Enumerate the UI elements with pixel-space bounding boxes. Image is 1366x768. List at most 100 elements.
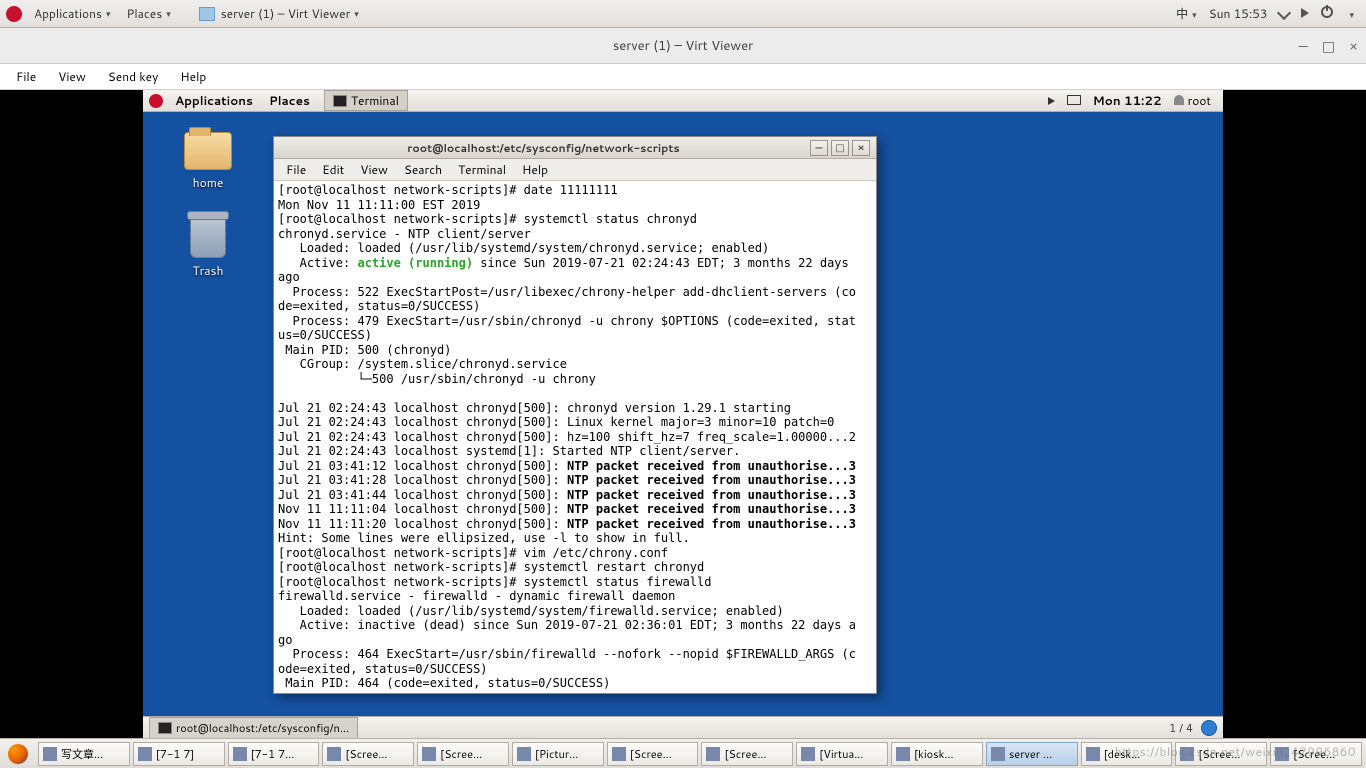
taskbar-label: [Pictur... xyxy=(535,746,578,762)
terminal-terminal-menu[interactable]: Terminal xyxy=(450,159,514,180)
power-icon[interactable] xyxy=(1315,5,1339,22)
virt-viewer-title: server (1) – Virt Viewer xyxy=(613,37,753,55)
desktop-home-icon[interactable]: home xyxy=(173,132,243,191)
app-icon xyxy=(896,747,910,761)
host-top-panel: Applications Places server (1) – Virt Vi… xyxy=(0,0,1366,28)
sound-icon[interactable] xyxy=(1295,5,1315,22)
app-icon xyxy=(138,747,152,761)
taskbar-button[interactable]: [kiosk... xyxy=(891,742,983,766)
host-window-button[interactable]: server (1) – Virt Viewer xyxy=(191,5,367,22)
taskbar-label: [Scree... xyxy=(1293,746,1335,762)
vv-sendkey-menu[interactable]: Send key xyxy=(98,66,169,87)
taskbar-button[interactable]: [Scree... xyxy=(607,742,699,766)
terminal-icon xyxy=(333,95,347,107)
taskbar-button[interactable]: 写文章... xyxy=(38,742,130,766)
taskbar-label: [Virtua... xyxy=(819,746,863,762)
terminal-titlebar[interactable]: root@localhost:/etc/sysconfig/network-sc… xyxy=(274,137,876,159)
guest-bottom-panel: root@localhost:/etc/sysconfig/n... 1 / 4 xyxy=(143,716,1223,738)
workspace-indicator[interactable]: 1 / 4 xyxy=(1169,720,1193,736)
taskbar-button[interactable]: [7-1 7] xyxy=(133,742,225,766)
terminal-minimize-button[interactable]: — xyxy=(810,140,828,156)
guest-taskbar-terminal[interactable]: Terminal xyxy=(324,90,408,111)
maximize-button[interactable]: □ xyxy=(1322,36,1335,56)
taskbar-button[interactable]: [Scree... xyxy=(417,742,509,766)
vv-file-menu[interactable]: File xyxy=(6,66,46,87)
close-button[interactable]: × xyxy=(1349,36,1358,56)
terminal-file-menu[interactable]: File xyxy=(278,159,314,180)
taskbar-label: [Scree... xyxy=(345,746,387,762)
taskbar-label: [Scree... xyxy=(630,746,672,762)
terminal-window: root@localhost:/etc/sysconfig/network-sc… xyxy=(273,136,877,694)
host-window-label: server (1) – Virt Viewer xyxy=(221,5,351,22)
app-icon xyxy=(1180,747,1194,761)
taskbar-button[interactable]: [Scree... xyxy=(701,742,793,766)
taskbar-label: [Scree... xyxy=(724,746,766,762)
folder-icon xyxy=(184,132,232,170)
terminal-help-menu[interactable]: Help xyxy=(514,159,556,180)
terminal-edit-menu[interactable]: Edit xyxy=(314,159,352,180)
app-icon xyxy=(422,747,436,761)
app-icon xyxy=(801,747,815,761)
host-taskbar: 写文章... [7-1 7] [7-1 7... [Scree... [Scree...… xyxy=(0,738,1366,768)
taskbar-label: 写文章... xyxy=(61,746,103,762)
guest-clock[interactable]: Mon 11:22 xyxy=(1087,92,1168,109)
host-applications-menu[interactable]: Applications xyxy=(26,5,118,22)
guest-volume-icon[interactable] xyxy=(1042,92,1061,109)
guest-user-label: root xyxy=(1188,92,1211,109)
terminal-maximize-button[interactable]: □ xyxy=(831,140,849,156)
host-clock[interactable]: Sun 15:53 xyxy=(1203,5,1274,22)
taskbar-button[interactable]: [Scree... xyxy=(322,742,414,766)
taskbar-label: [7-1 7... xyxy=(251,746,295,762)
desktop-home-label: home xyxy=(173,174,243,191)
app-icon xyxy=(1275,747,1289,761)
guest-user-menu[interactable]: root xyxy=(1168,92,1217,109)
terminal-view-menu[interactable]: View xyxy=(352,159,396,180)
taskbar-button[interactable]: [Scree... xyxy=(1175,742,1267,766)
virt-viewer-titlebar: server (1) – Virt Viewer — □ × xyxy=(0,28,1366,64)
app-icon xyxy=(327,747,341,761)
show-desktop-button[interactable] xyxy=(1201,720,1217,736)
desktop-trash-icon[interactable]: Trash xyxy=(173,216,243,279)
guest-battery-icon[interactable] xyxy=(1061,92,1087,109)
terminal-body[interactable]: [root@localhost network-scripts]# date 1… xyxy=(274,181,876,693)
guest-display[interactable]: Applications Places Terminal Mon 11:22 r… xyxy=(0,90,1366,738)
taskbar-button[interactable]: [Virtua... xyxy=(796,742,888,766)
taskbar-button[interactable]: server ... xyxy=(986,742,1078,766)
guest-places-menu[interactable]: Places xyxy=(261,92,318,109)
host-places-menu[interactable]: Places xyxy=(118,5,178,22)
vv-view-menu[interactable]: View xyxy=(48,66,96,87)
terminal-search-menu[interactable]: Search xyxy=(396,159,450,180)
terminal-close-button[interactable]: × xyxy=(852,140,870,156)
terminal-menubar: File Edit View Search Terminal Help xyxy=(274,159,876,181)
desktop-trash-label: Trash xyxy=(173,262,243,279)
guest-distro-icon xyxy=(149,94,163,108)
guest-desktop[interactable]: home Trash root@localhost:/etc/sysconfig… xyxy=(143,112,1223,716)
minimize-button[interactable]: — xyxy=(1298,36,1307,56)
taskbar-button[interactable]: [Scree... xyxy=(1270,742,1362,766)
taskbar-label: [Scree... xyxy=(1198,746,1240,762)
vv-help-menu[interactable]: Help xyxy=(170,66,216,87)
guest-taskbar-label: Terminal xyxy=(351,92,399,109)
guest-task-label: root@localhost:/etc/sysconfig/n... xyxy=(176,720,349,736)
ime-indicator[interactable]: 中 xyxy=(1170,5,1203,22)
taskbar-label: [kiosk... xyxy=(914,746,954,762)
taskbar-label: [Scree... xyxy=(440,746,482,762)
user-menu[interactable] xyxy=(1339,5,1360,22)
terminal-title: root@localhost:/etc/sysconfig/network-sc… xyxy=(280,140,807,156)
taskbar-label: server ... xyxy=(1009,746,1052,762)
app-icon xyxy=(991,747,1005,761)
wifi-icon[interactable] xyxy=(1273,5,1295,22)
taskbar-button[interactable]: [7-1 7... xyxy=(228,742,320,766)
taskbar-label: [7-1 7] xyxy=(156,746,195,762)
guest-top-panel: Applications Places Terminal Mon 11:22 r… xyxy=(143,90,1223,112)
app-icon xyxy=(612,747,626,761)
guest-applications-menu[interactable]: Applications xyxy=(167,92,261,109)
window-icon xyxy=(199,7,215,21)
taskbar-button[interactable]: [Pictur... xyxy=(512,742,604,766)
guest-task-terminal[interactable]: root@localhost:/etc/sysconfig/n... xyxy=(149,717,358,739)
terminal-icon xyxy=(158,722,172,734)
app-icon xyxy=(233,747,247,761)
firefox-launcher[interactable] xyxy=(8,744,28,764)
app-icon xyxy=(1086,747,1100,761)
taskbar-button[interactable]: [desk... xyxy=(1081,742,1173,766)
